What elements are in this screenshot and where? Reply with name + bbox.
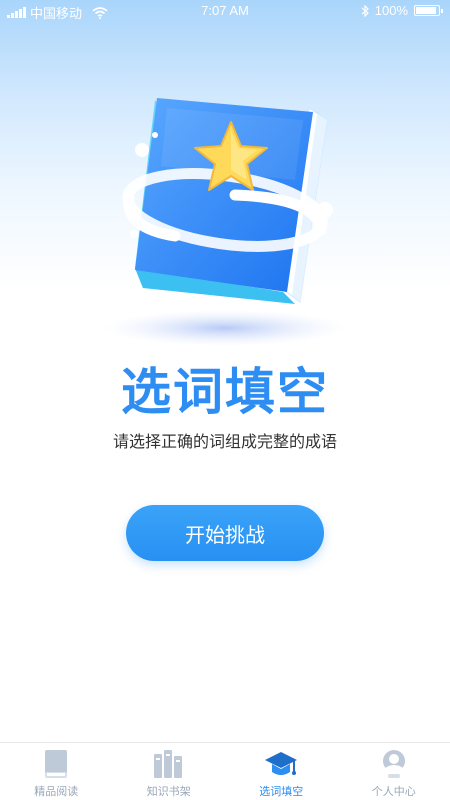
battery-percent: 100% bbox=[374, 3, 408, 18]
page-title: 选词填空 bbox=[121, 363, 329, 421]
page-subtitle: 请选择正确的词组成完整的成语 bbox=[112, 432, 337, 451]
book-star-illustration bbox=[95, 80, 355, 350]
tab-featured-reading[interactable]: 精品阅读 bbox=[0, 743, 113, 800]
tab-label: 知识书架 bbox=[146, 785, 191, 798]
bluetooth-icon bbox=[361, 4, 369, 17]
tab-label: 选词填空 bbox=[259, 785, 304, 798]
start-challenge-button[interactable]: 开始挑战 bbox=[126, 505, 324, 561]
tab-knowledge-shelf[interactable]: 知识书架 bbox=[113, 743, 226, 800]
status-right: 100% bbox=[361, 3, 443, 18]
bookshelf-icon bbox=[152, 747, 186, 781]
tab-label: 精品阅读 bbox=[34, 785, 79, 798]
user-icon bbox=[377, 747, 411, 781]
tab-label: 个人中心 bbox=[371, 785, 416, 798]
battery-icon bbox=[414, 5, 443, 16]
status-bar: 中国移动 7:07 AM 100% bbox=[0, 0, 450, 22]
tab-personal-center[interactable]: 个人中心 bbox=[338, 743, 450, 800]
bottom-tab-bar: 精品阅读 知识书架 选词填空 个人中心 bbox=[0, 742, 450, 800]
tab-word-fill[interactable]: 选词填空 bbox=[225, 743, 338, 800]
book-icon bbox=[39, 747, 73, 781]
graduation-cap-icon bbox=[264, 747, 298, 781]
